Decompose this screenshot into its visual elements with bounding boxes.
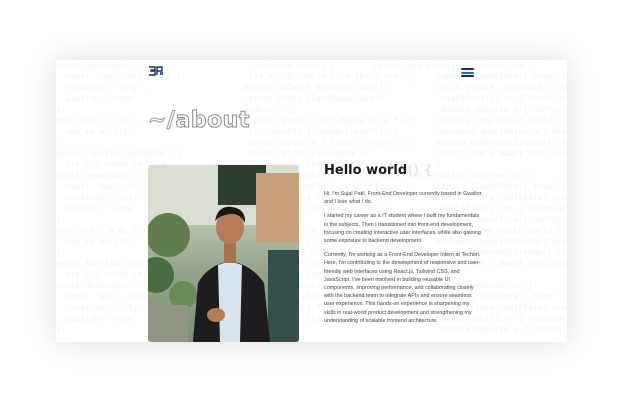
menu-line [461,75,474,77]
profile-photo [148,165,299,342]
menu-line [461,71,474,74]
about-heading-text: Hello world [324,163,408,178]
sp-logo-icon[interactable] [148,65,164,77]
about-heading-ghost: () { [407,163,433,178]
page-viewport: const developer = { function init() { re… [56,60,567,342]
bio-paragraph: Currently, I'm working as a Front-End De… [324,252,481,324]
bio-paragraph: Hi, I'm Sujal Patil, Front-End Developer… [324,191,482,206]
about-bio: Hi, I'm Sujal Patil, Front-End Developer… [324,190,482,331]
page-title-tilde: ~/ [147,108,176,134]
bio-paragraph: I started my career as a IT student wher… [324,213,481,245]
background-code-texture: const developer = { function init() { re… [56,61,567,334]
menu-line [461,68,474,70]
page-title-word: about [175,108,250,134]
hamburger-menu-icon[interactable] [461,68,474,77]
about-heading: Hello world() { [324,163,433,178]
page-title: ~/about [147,108,250,134]
